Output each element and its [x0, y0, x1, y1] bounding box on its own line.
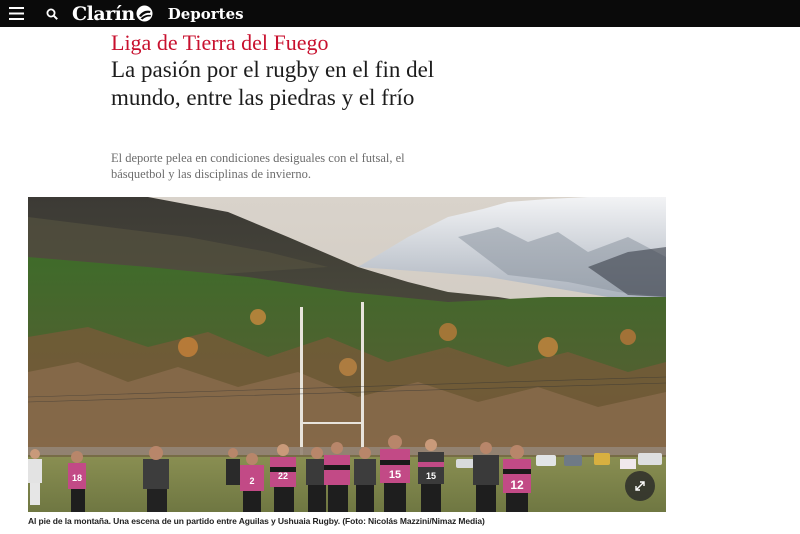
jersey-number: 15	[389, 469, 401, 481]
expand-photo-button[interactable]	[625, 471, 655, 501]
article-subtitle: El deporte pelea en condiciones desigual…	[111, 151, 405, 181]
clarin-logo[interactable]: Clarín	[72, 0, 153, 27]
search-button[interactable]	[41, 0, 63, 27]
top-navigation-bar: Clarín Deportes	[0, 0, 800, 27]
logo-text: Clarín	[72, 2, 135, 25]
menu-button[interactable]	[0, 0, 32, 27]
expand-icon	[635, 481, 645, 491]
jersey-number: 2	[249, 476, 254, 486]
jersey-number: 15	[426, 471, 436, 481]
clarin-logo-mark-icon	[136, 5, 153, 22]
jersey-number: 18	[72, 473, 82, 483]
article-headline: La pasión por el rugby en el fin del mun…	[111, 57, 435, 110]
menu-icon	[8, 7, 24, 20]
jersey-number: 22	[278, 471, 288, 481]
rugby-landscape-image: 18 2 22 15 15 12	[28, 197, 666, 512]
article-kicker: Liga de Tierra del Fuego	[111, 30, 329, 55]
jersey-number: 12	[510, 478, 524, 492]
article-photo[interactable]: 18 2 22 15 15 12	[28, 197, 666, 512]
photo-caption: Al pie de la montaña. Una escena de un p…	[28, 516, 485, 526]
section-link-deportes[interactable]: Deportes	[168, 5, 244, 23]
search-icon	[46, 8, 58, 20]
